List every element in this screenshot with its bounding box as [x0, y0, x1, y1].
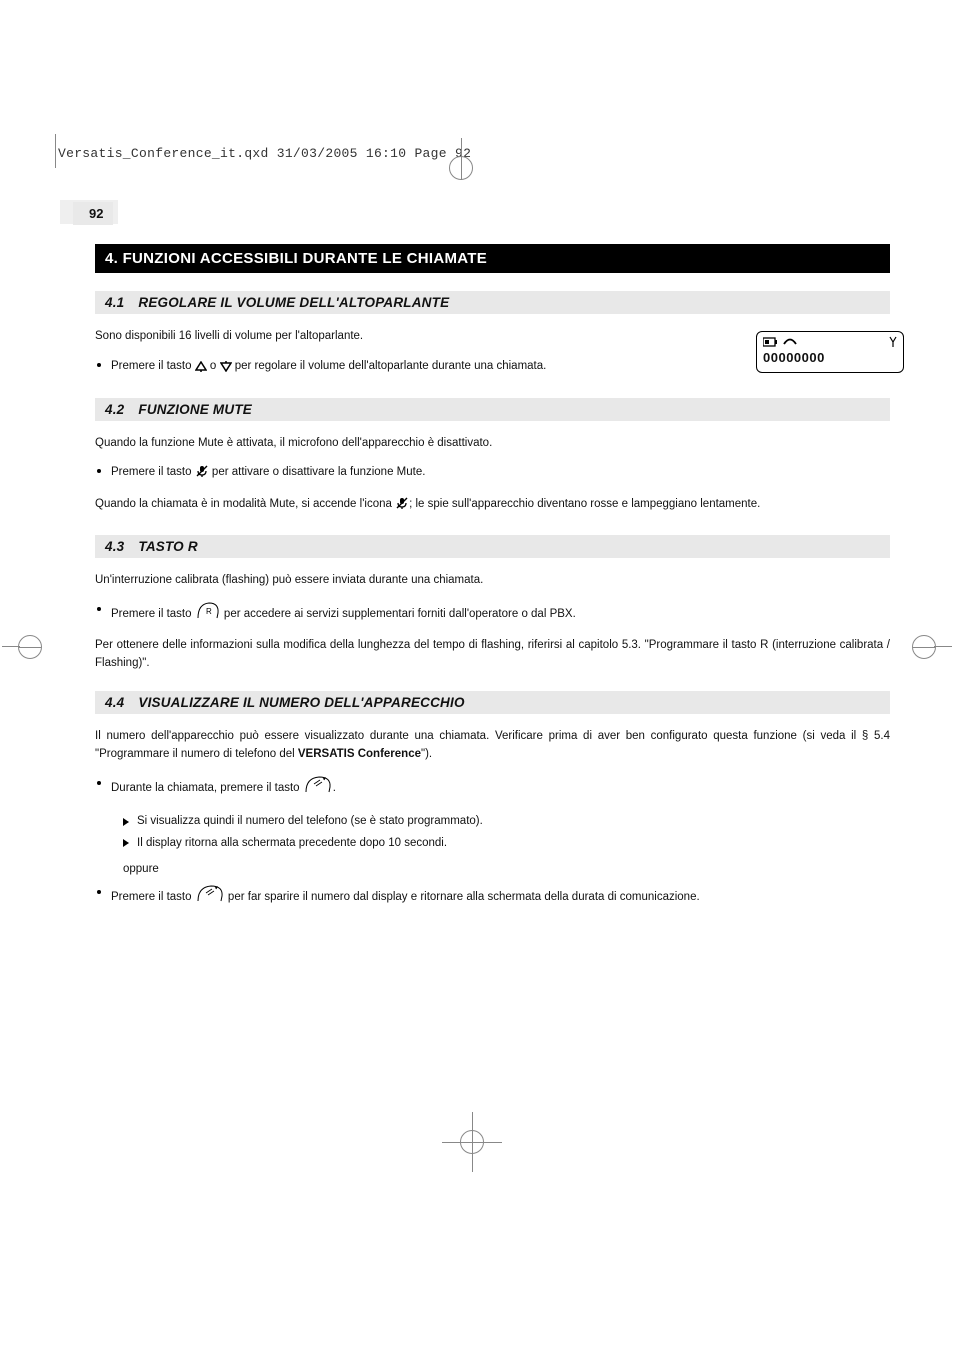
- sub-item: Si visualizza quindi il numero del telef…: [123, 811, 890, 833]
- registration-mark-bottom: [460, 1130, 484, 1154]
- heading-4-1: 4.1 REGOLARE IL VOLUME DELL'ALTOPARLANTE: [95, 291, 890, 314]
- content-area: 4. FUNZIONI ACCESSIBILI DURANTE LE CHIAM…: [95, 244, 890, 921]
- paragraph: Il numero dell'apparecchio può essere vi…: [95, 728, 890, 764]
- mute-icon: [395, 496, 409, 517]
- registration-mark-top: [449, 156, 473, 180]
- bullet-item: Premere il tasto R per accedere ai servi…: [95, 600, 890, 628]
- section-title: FUNZIONE MUTE: [138, 402, 252, 417]
- heading-1: 4. FUNZIONI ACCESSIBILI DURANTE LE CHIAM…: [95, 244, 890, 273]
- svg-text:R: R: [206, 607, 212, 616]
- section-title: TASTO R: [138, 539, 197, 554]
- section-number: 4.2: [105, 402, 124, 417]
- triangle-up-icon: [195, 359, 207, 380]
- heading-4-4: 4.4 VISUALIZZARE IL NUMERO DELL'APPARECCH…: [95, 691, 890, 714]
- heading-4-2: 4.2 FUNZIONE MUTE: [95, 398, 890, 421]
- section-number: 4.4: [105, 695, 124, 710]
- triangle-down-icon: [220, 359, 232, 380]
- paragraph: Quando la funzione Mute è attivata, il m…: [95, 435, 890, 453]
- r-key-icon: R: [195, 600, 221, 628]
- bullet-item: Premere il tasto per far sparire il nume…: [95, 883, 890, 911]
- or-label: oppure: [123, 863, 890, 875]
- registration-mark-left: [2, 634, 42, 658]
- paragraph: Sono disponibili 16 livelli di volume pe…: [95, 328, 635, 346]
- registration-mark-right: [912, 634, 952, 658]
- page-number: 92: [73, 202, 113, 225]
- heading-4-3: 4.3 TASTO R: [95, 535, 890, 558]
- paragraph: Per ottenere delle informazioni sulla mo…: [95, 637, 890, 673]
- document-page: Versatis_Conference_it.qxd 31/03/2005 16…: [0, 0, 954, 1351]
- config-key-icon: [303, 774, 333, 802]
- bullet-item: Durante la chiamata, premere il tasto .: [95, 774, 890, 802]
- paragraph: Un'interruzione calibrata (flashing) può…: [95, 572, 890, 590]
- mute-icon: [195, 464, 209, 486]
- print-slug: Versatis_Conference_it.qxd 31/03/2005 16…: [58, 146, 471, 161]
- section-title: REGOLARE IL VOLUME DELL'ALTOPARLANTE: [138, 295, 449, 310]
- antenna-icon: [889, 332, 897, 351]
- config-key-icon: [195, 883, 225, 911]
- section-number: 4.1: [105, 295, 124, 310]
- crop-mark: [55, 134, 56, 168]
- sub-item: Il display ritorna alla schermata preced…: [123, 833, 890, 855]
- bullet-item: Premere il tasto per attivare o disattiv…: [95, 462, 890, 486]
- section-title: VISUALIZZARE IL NUMERO DELL'APPARECCHIO: [138, 695, 464, 710]
- paragraph: Quando la chiamata è in modalità Mute, s…: [95, 496, 890, 517]
- bullet-item: Premere il tasto o per regolare il volum…: [95, 356, 635, 380]
- section-number: 4.3: [105, 539, 124, 554]
